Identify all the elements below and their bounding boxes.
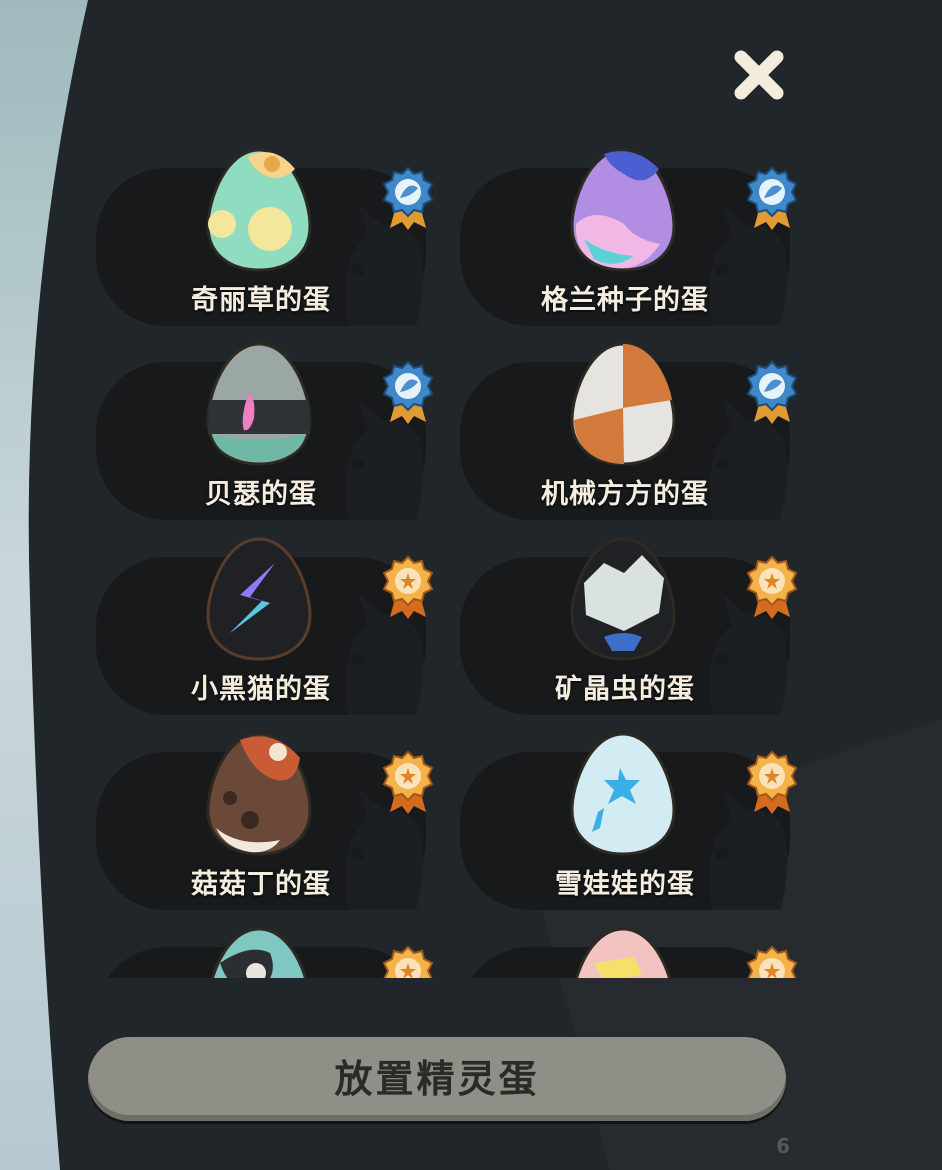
orange-ribbon-badge-icon — [382, 750, 434, 814]
egg-name-label: 菇菇丁的蛋 — [191, 869, 331, 900]
egg-name-label: 机械方方的蛋 — [541, 479, 709, 510]
egg-name-label: 小黑猫的蛋 — [191, 674, 331, 705]
egg-card[interactable]: 矿晶虫的蛋 — [452, 525, 800, 715]
egg-card[interactable] — [452, 915, 800, 978]
orange-ribbon-badge-icon — [382, 945, 434, 978]
mint-egg-icon — [206, 148, 312, 272]
uid-text: 6 — [776, 1134, 790, 1158]
orange-ribbon-badge-icon — [746, 555, 798, 619]
mushroom-egg-icon — [206, 732, 312, 856]
snow-egg-icon — [570, 732, 676, 856]
orange-ribbon-badge-icon — [746, 945, 798, 978]
purple-egg-icon — [570, 148, 676, 272]
egg-card[interactable]: 菇菇丁的蛋 — [88, 720, 438, 910]
close-button[interactable] — [728, 44, 790, 106]
crystal-egg-icon — [570, 537, 676, 661]
orange-ribbon-badge-icon — [746, 750, 798, 814]
blue-ribbon-badge-icon — [746, 166, 798, 230]
egg-card[interactable]: 机械方方的蛋 — [452, 330, 800, 520]
orange-white-egg-icon — [570, 342, 676, 466]
gray-teal-egg-icon — [206, 342, 312, 466]
orange-ribbon-badge-icon — [382, 555, 434, 619]
egg-card[interactable]: 雪娃娃的蛋 — [452, 720, 800, 910]
teal-black-egg-icon — [210, 927, 308, 978]
egg-card[interactable]: 贝瑟的蛋 — [88, 330, 438, 520]
egg-card[interactable]: 格兰种子的蛋 — [452, 136, 800, 326]
black-bolt-egg-icon — [206, 537, 312, 661]
egg-list[interactable]: 奇丽草的蛋 格兰种子的蛋 贝瑟的蛋 机械方方的蛋 小黑猫的蛋 矿晶虫的蛋 菇菇丁… — [80, 130, 800, 978]
egg-name-label: 矿晶虫的蛋 — [555, 674, 695, 705]
place-egg-button[interactable]: 放置精灵蛋 — [88, 1037, 786, 1121]
pink-egg-icon — [574, 927, 672, 978]
egg-card[interactable]: 奇丽草的蛋 — [88, 136, 438, 326]
egg-card[interactable] — [88, 915, 438, 978]
blue-ribbon-badge-icon — [746, 360, 798, 424]
egg-name-label: 格兰种子的蛋 — [541, 285, 709, 316]
place-egg-button-label: 放置精灵蛋 — [334, 1057, 540, 1101]
blue-ribbon-badge-icon — [382, 166, 434, 230]
close-icon — [734, 50, 784, 100]
blue-ribbon-badge-icon — [382, 360, 434, 424]
egg-name-label: 雪娃娃的蛋 — [555, 869, 695, 900]
egg-card[interactable]: 小黑猫的蛋 — [88, 525, 438, 715]
egg-name-label: 奇丽草的蛋 — [191, 285, 331, 316]
egg-name-label: 贝瑟的蛋 — [205, 479, 317, 510]
